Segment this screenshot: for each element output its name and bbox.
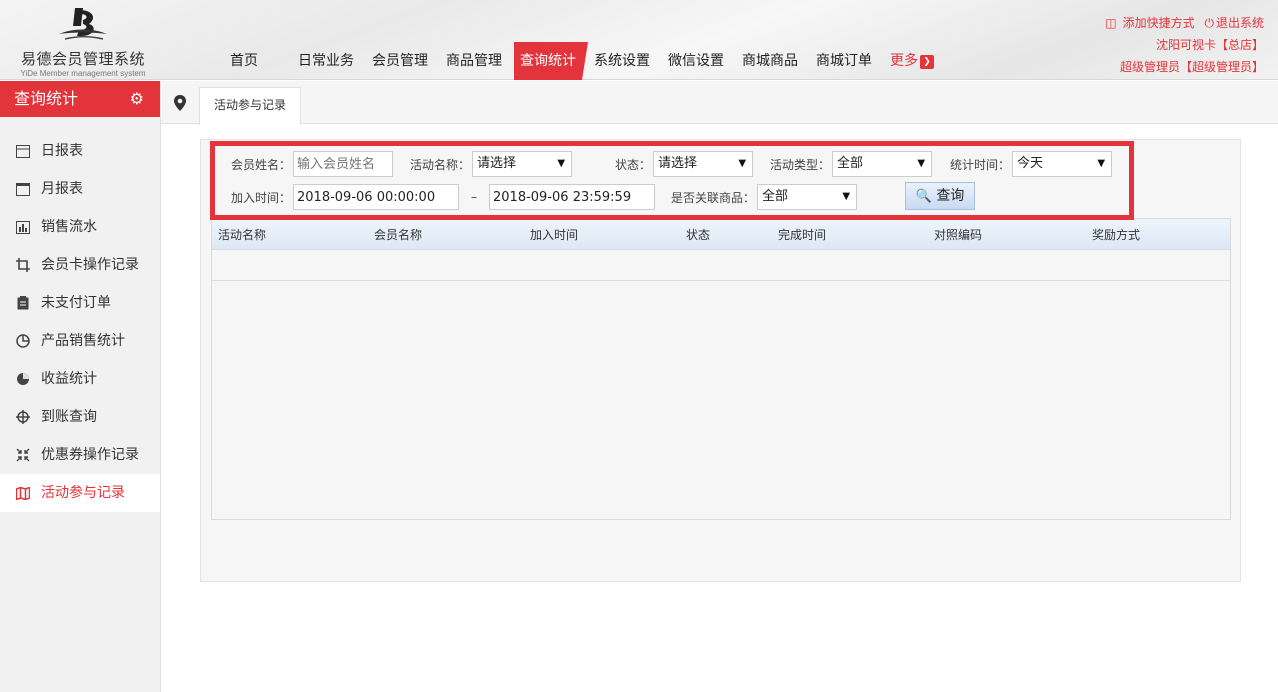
logo-mark-icon — [59, 8, 107, 40]
crosshair-icon — [16, 410, 30, 424]
sidebar-item-label: 未支付订单 — [41, 295, 111, 311]
column-reference-code[interactable]: 对照编码 — [934, 219, 982, 251]
calendar-month-icon — [16, 182, 30, 196]
sidebar-item-monthly-report[interactable]: 月报表 — [0, 170, 160, 208]
sidebar-item-label: 产品销售统计 — [41, 333, 125, 349]
records-table: 活动名称 会员名称 加入时间 状态 完成时间 对照编码 奖励方式 — [211, 218, 1231, 520]
sidebar-item-arrival-query[interactable]: 到账查询 — [0, 398, 160, 436]
sidebar-item-revenue[interactable]: 收益统计 — [0, 360, 160, 398]
column-reward-method[interactable]: 奖励方式 — [1092, 219, 1140, 251]
top-header: 易德会员管理系统 YiDe Member management system 首… — [0, 0, 1278, 80]
sidebar-item-product-sales[interactable]: 产品销售统计 — [0, 322, 160, 360]
logo[interactable]: 易德会员管理系统 YiDe Member management system — [8, 4, 158, 78]
sidebar-item-label: 到账查询 — [41, 409, 97, 425]
main-nav: 首页 日常业务 会员管理 商品管理 查询统计 系统设置 微信设置 商城商品 商城… — [200, 42, 946, 80]
pie-fill-icon — [16, 372, 30, 386]
column-finish-time[interactable]: 完成时间 — [778, 219, 826, 251]
sidebar-item-label: 活动参与记录 — [41, 485, 125, 501]
column-status[interactable]: 状态 — [686, 219, 710, 251]
sidebar: 查询统计 ⚙ 日报表 月报表 销售流水 会员卡操作记录 未支付订单 产品销售统计 — [0, 81, 161, 692]
sidebar-item-label: 收益统计 — [41, 371, 97, 387]
nav-system-settings[interactable]: 系统设置 — [588, 42, 656, 80]
nav-mall-orders[interactable]: 商城订单 — [810, 42, 878, 80]
sidebar-item-label: 日报表 — [41, 143, 83, 159]
logout-link[interactable]: 退出系统 — [1216, 16, 1264, 30]
nav-daily-business[interactable]: 日常业务 — [292, 42, 360, 80]
admin-name: 超级管理员【超级管理员】 — [1119, 60, 1264, 74]
sidebar-item-label: 月报表 — [41, 181, 83, 197]
sidebar-item-unpaid-orders[interactable]: 未支付订单 — [0, 284, 160, 322]
crop-icon — [16, 258, 30, 272]
sidebar-item-coupon-operation[interactable]: 优惠券操作记录 — [0, 436, 160, 474]
pie-outline-icon — [16, 334, 30, 348]
gear-icon[interactable]: ⚙ — [130, 81, 144, 117]
tab-bar: 活动参与记录 — [161, 81, 1278, 125]
map-icon — [16, 486, 30, 500]
sidebar-item-label: 优惠券操作记录 — [41, 447, 139, 463]
sidebar-title: 查询统计 — [14, 89, 79, 108]
highlight-box — [210, 141, 1134, 220]
collapse-icon — [16, 448, 30, 462]
clipboard-icon — [16, 296, 30, 310]
column-join-time[interactable]: 加入时间 — [530, 219, 578, 251]
chevron-down-icon: ❯ — [920, 55, 934, 69]
nav-home[interactable]: 首页 — [224, 42, 264, 80]
store-name: 沈阳可视卡【总店】 — [1155, 38, 1264, 52]
nav-more[interactable]: 更多 ❯ — [884, 42, 940, 80]
logo-subtitle: YiDe Member management system — [20, 69, 146, 78]
tab-activity-records[interactable]: 活动参与记录 — [199, 87, 302, 125]
calendar-icon — [16, 144, 30, 158]
location-pin-icon — [174, 95, 186, 111]
sidebar-item-activity-records[interactable]: 活动参与记录 — [0, 474, 160, 512]
nav-member-management[interactable]: 会员管理 — [366, 42, 434, 80]
nav-wechat-settings[interactable]: 微信设置 — [662, 42, 730, 80]
column-member-name[interactable]: 会员名称 — [374, 219, 422, 251]
nav-query-statistics[interactable]: 查询统计 — [514, 42, 588, 80]
sidebar-item-label: 会员卡操作记录 — [41, 257, 139, 273]
nav-product-management[interactable]: 商品管理 — [440, 42, 508, 80]
sidebar-header: 查询统计 ⚙ — [0, 81, 160, 117]
bar-chart-icon — [16, 220, 30, 234]
monitor-icon: ◫ — [1105, 16, 1117, 30]
power-icon: ⏻ — [1204, 16, 1214, 30]
sidebar-item-sales-flow[interactable]: 销售流水 — [0, 208, 160, 246]
sidebar-item-label: 销售流水 — [41, 219, 97, 235]
nav-more-label: 更多 — [890, 53, 918, 69]
header-user-area: ◫ 添加快捷方式 ⏻ 退出系统 沈阳可视卡【总店】 超级管理员【超级管理员】 — [1099, 12, 1264, 78]
sidebar-item-daily-report[interactable]: 日报表 — [0, 132, 160, 170]
logo-title: 易德会员管理系统 — [20, 50, 145, 68]
nav-mall-products[interactable]: 商城商品 — [736, 42, 804, 80]
sidebar-item-card-operation[interactable]: 会员卡操作记录 — [0, 246, 160, 284]
table-row — [212, 250, 1230, 281]
table-header: 活动名称 会员名称 加入时间 状态 完成时间 对照编码 奖励方式 — [212, 219, 1230, 250]
column-activity-name[interactable]: 活动名称 — [218, 219, 266, 251]
add-shortcut-link[interactable]: 添加快捷方式 — [1123, 16, 1195, 30]
